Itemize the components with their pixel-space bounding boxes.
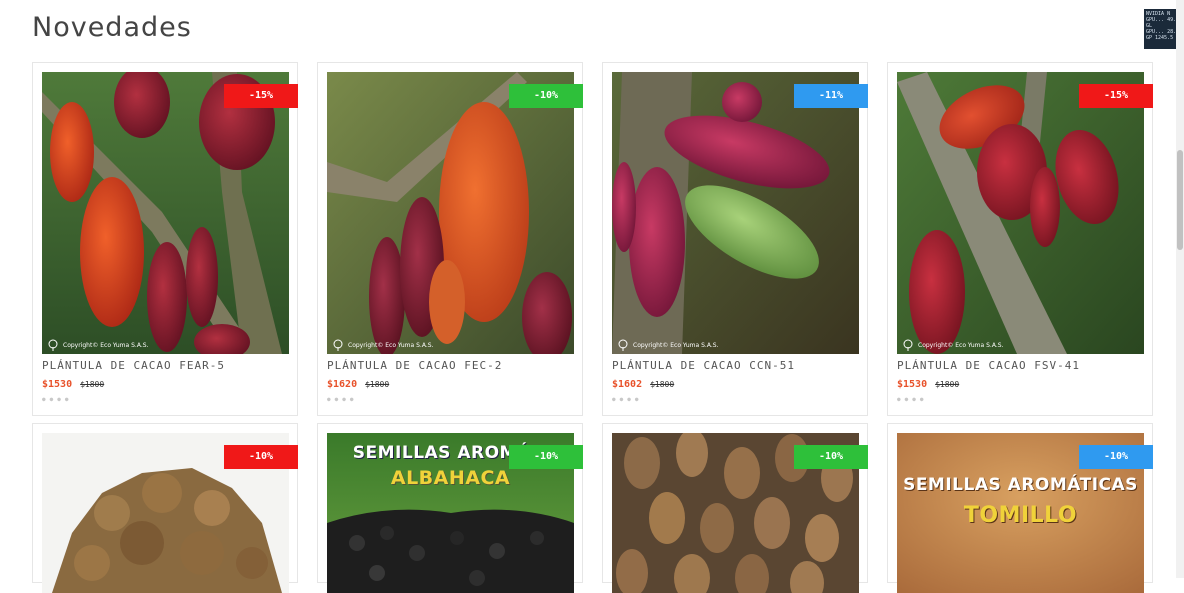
rating-stars: ●●●● (897, 396, 928, 403)
product-card[interactable]: Copyright© Eco Yuma S.A.S. -15% PLÁNTULA… (32, 62, 298, 416)
copyright-watermark: Copyright© Eco Yuma S.A.S. (331, 339, 433, 351)
image-subheading: TOMILLO (963, 503, 1078, 528)
product-title[interactable]: PLÁNTULA DE CACAO CCN-51 (612, 359, 795, 372)
image-subheading: ALBAHACA (390, 467, 511, 489)
old-price: $1800 (650, 380, 675, 389)
product-card[interactable]: Copyright© Eco Yuma S.A.S. -11% PLÁNTULA… (602, 62, 868, 416)
product-image[interactable]: Copyright© Eco Yuma S.A.S. (42, 72, 289, 354)
discount-badge: -10% (794, 445, 868, 469)
rating-stars: ●●●● (327, 396, 358, 403)
current-price: $1620 (327, 379, 358, 390)
product-price: $1530 $1800 (897, 379, 959, 390)
old-price: $1800 (365, 380, 390, 389)
discount-badge: -11% (794, 84, 868, 108)
rating-stars: ●●●● (42, 396, 73, 403)
product-card[interactable]: Copyright© Eco Yuma S.A.S. -10% PLÁNTULA… (317, 62, 583, 416)
discount-badge: -10% (509, 445, 583, 469)
old-price: $1800 (80, 380, 105, 389)
scrollbar-thumb[interactable] (1177, 150, 1183, 250)
copyright-watermark: Copyright© Eco Yuma S.A.S. (616, 339, 718, 351)
product-card[interactable]: -10% (602, 423, 868, 593)
tree-logo-icon (618, 339, 628, 351)
discount-badge: -15% (1079, 84, 1153, 108)
discount-badge: -10% (509, 84, 583, 108)
tree-logo-icon (903, 339, 913, 351)
tree-logo-icon (48, 339, 58, 351)
copyright-watermark: Copyright© Eco Yuma S.A.S. (901, 339, 1003, 351)
product-title[interactable]: PLÁNTULA DE CACAO FEC-2 (327, 359, 502, 372)
page-scrollbar[interactable] (1176, 0, 1184, 578)
product-price: $1602 $1800 (612, 379, 674, 390)
product-card[interactable]: SEMILLAS AROMÁTI ALBAHACA -10% (317, 423, 583, 593)
current-price: $1602 (612, 379, 643, 390)
current-price: $1530 (897, 379, 928, 390)
product-card[interactable]: Copyright© Eco Yuma S.A.S. -15% PLÁNTULA… (887, 62, 1153, 416)
product-title[interactable]: PLÁNTULA DE CACAO FEAR-5 (42, 359, 225, 372)
rating-stars: ●●●● (612, 396, 643, 403)
product-price: $1620 $1800 (327, 379, 389, 390)
product-image[interactable]: Copyright© Eco Yuma S.A.S. (897, 72, 1144, 354)
tree-logo-icon (333, 339, 343, 351)
image-heading: SEMILLAS AROMÁTICAS (903, 475, 1138, 495)
product-image[interactable]: Copyright© Eco Yuma S.A.S. (327, 72, 574, 354)
section-title: Novedades (32, 12, 192, 43)
product-card[interactable]: SEMILLAS AROMÁTICAS TOMILLO -10% (887, 423, 1153, 593)
product-price: $1530 $1800 (42, 379, 104, 390)
discount-badge: -10% (224, 445, 298, 469)
product-image[interactable]: Copyright© Eco Yuma S.A.S. (612, 72, 859, 354)
discount-badge: -15% (224, 84, 298, 108)
copyright-watermark: Copyright© Eco Yuma S.A.S. (46, 339, 148, 351)
discount-badge: -10% (1079, 445, 1153, 469)
old-price: $1800 (935, 380, 960, 389)
product-card[interactable]: -10% (32, 423, 298, 593)
current-price: $1530 (42, 379, 73, 390)
product-title[interactable]: PLÁNTULA DE CACAO FSV-41 (897, 359, 1080, 372)
